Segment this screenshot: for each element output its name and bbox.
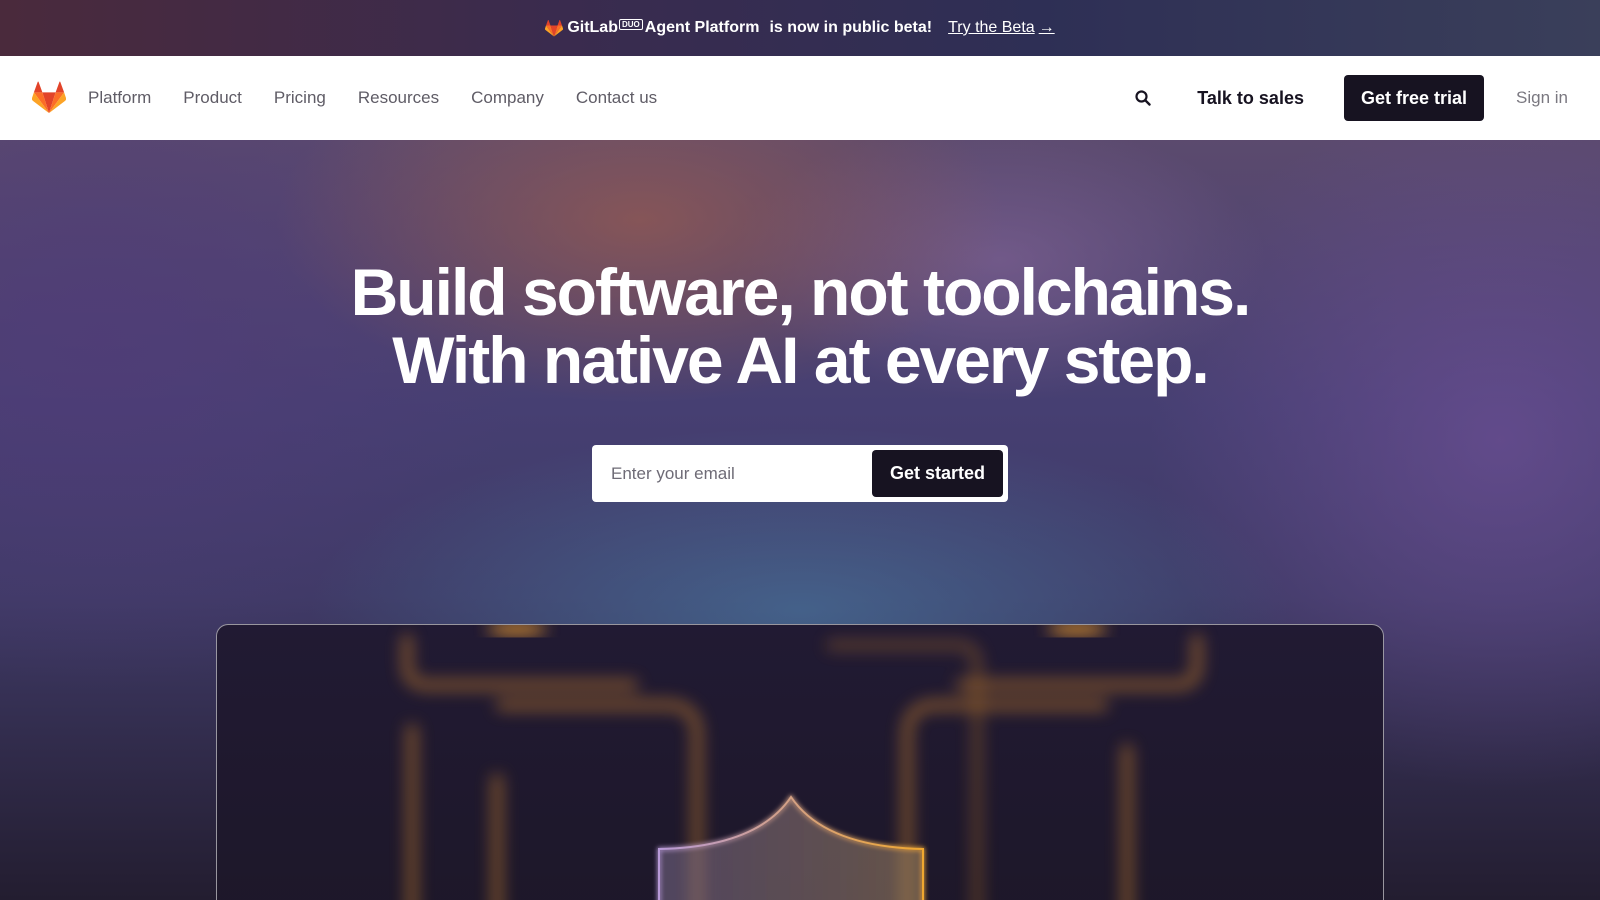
nav-contact-us[interactable]: Contact us bbox=[576, 88, 657, 108]
nav-platform[interactable]: Platform bbox=[88, 88, 151, 108]
hero-section: Build software, not toolchains. With nat… bbox=[0, 140, 1600, 900]
try-beta-link[interactable]: Try the Beta → bbox=[948, 19, 1055, 37]
banner-product-name: Agent Platform bbox=[644, 19, 760, 36]
nav-actions: Talk to sales Get free trial Sign in bbox=[1125, 75, 1568, 121]
search-icon bbox=[1135, 90, 1151, 106]
get-started-button[interactable]: Get started bbox=[872, 450, 1003, 497]
main-navbar: Platform Product Pricing Resources Compa… bbox=[0, 56, 1600, 140]
gitlab-logo-icon bbox=[545, 19, 564, 36]
talk-to-sales-link[interactable]: Talk to sales bbox=[1197, 88, 1304, 109]
search-button[interactable] bbox=[1125, 80, 1161, 116]
email-input[interactable] bbox=[597, 463, 872, 484]
email-signup-form: Get started bbox=[592, 445, 1008, 502]
hero-title: Build software, not toolchains. With nat… bbox=[0, 258, 1600, 394]
nav-product[interactable]: Product bbox=[183, 88, 242, 108]
sign-in-link[interactable]: Sign in bbox=[1516, 88, 1568, 108]
try-beta-label: Try the Beta bbox=[948, 19, 1035, 36]
nav-links: Platform Product Pricing Resources Compa… bbox=[88, 88, 689, 108]
arrow-right-icon: → bbox=[1038, 19, 1055, 36]
nav-pricing[interactable]: Pricing bbox=[274, 88, 326, 108]
banner-brand: GitLab DUO Agent Platform bbox=[545, 18, 760, 37]
announcement-banner: GitLab DUO Agent Platform is now in publ… bbox=[0, 0, 1600, 56]
nav-resources[interactable]: Resources bbox=[358, 88, 439, 108]
glowing-shield-illustration bbox=[402, 625, 1202, 900]
product-preview-card bbox=[216, 624, 1384, 900]
hero-title-line1: Build software, not toolchains. bbox=[350, 255, 1252, 329]
nav-company[interactable]: Company bbox=[471, 88, 544, 108]
get-free-trial-button[interactable]: Get free trial bbox=[1343, 75, 1485, 121]
banner-message: is now in public beta! bbox=[769, 19, 933, 36]
banner-brand-name: GitLab bbox=[567, 19, 618, 36]
gitlab-tanuki-logo-icon[interactable] bbox=[32, 81, 66, 115]
banner-duo-badge: DUO bbox=[618, 18, 643, 30]
hero-title-line2: With native AI at every step. bbox=[392, 323, 1210, 397]
